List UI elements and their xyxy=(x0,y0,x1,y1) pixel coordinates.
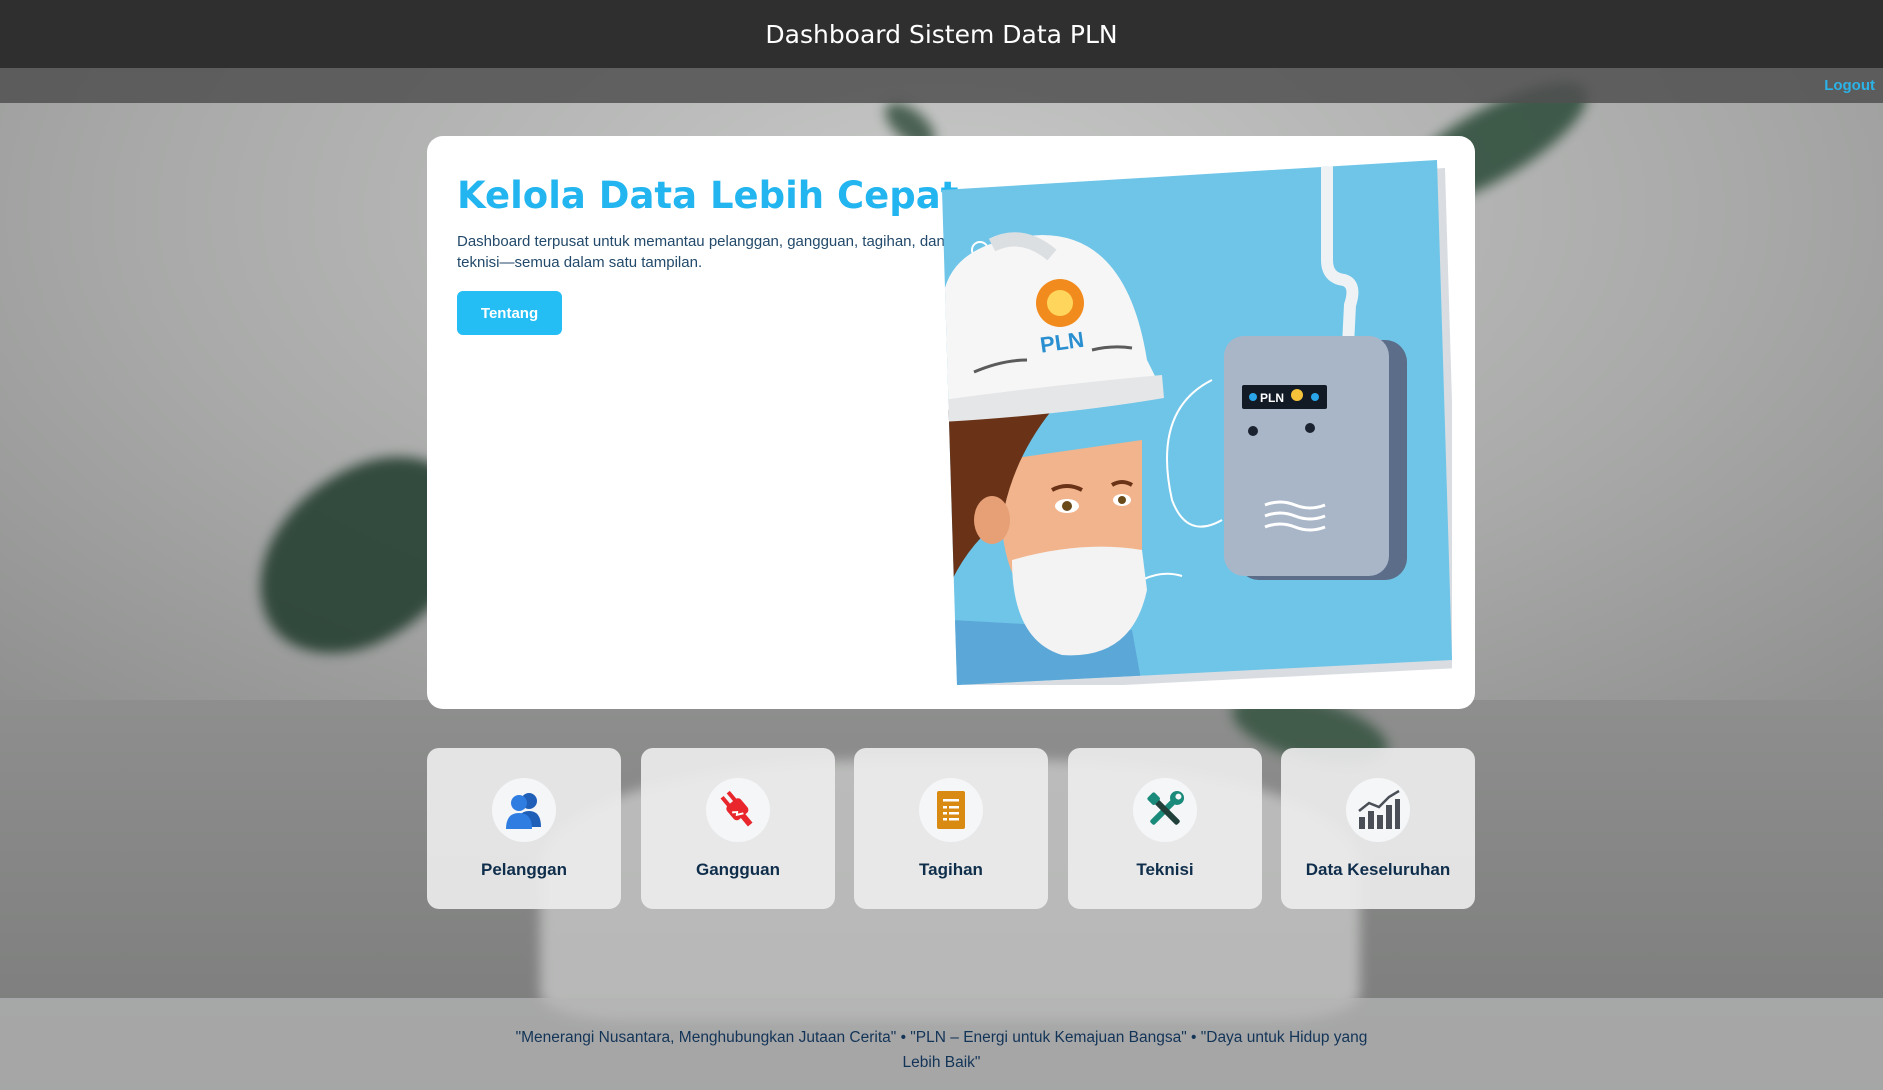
menu-tile-teknisi[interactable]: Teknisi xyxy=(1068,748,1262,909)
sub-navbar: Logout xyxy=(0,68,1883,103)
footer: "Menerangi Nusantara, Menghubungkan Juta… xyxy=(0,998,1883,1090)
technician-illustration: PLN PLN xyxy=(942,160,1452,685)
hero-description: Dashboard terpusat untuk memantau pelang… xyxy=(457,233,945,271)
bar-chart-icon xyxy=(1346,778,1410,842)
menu-tile-tagihan[interactable]: Tagihan xyxy=(854,748,1048,909)
menu-tile-label: Gangguan xyxy=(695,860,781,879)
hero-card: Kelola Data Lebih Cepat Dashboard terpus… xyxy=(427,136,1475,709)
invoice-icon xyxy=(919,778,983,842)
hero-title: Kelola Data Lebih Cepat xyxy=(457,174,959,217)
page-title: Dashboard Sistem Data PLN xyxy=(765,19,1118,49)
tools-icon xyxy=(1133,778,1197,842)
plug-icon xyxy=(706,778,770,842)
users-icon xyxy=(492,778,556,842)
top-header: Dashboard Sistem Data PLN xyxy=(0,0,1883,68)
footer-quotes: "Menerangi Nusantara, Menghubungkan Juta… xyxy=(515,1029,1368,1071)
menu-tile-gangguan[interactable]: Gangguan xyxy=(641,748,835,909)
menu-tile-label: Data Keseluruhan xyxy=(1305,860,1451,879)
logout-link[interactable]: Logout xyxy=(1824,77,1875,94)
menu-tile-label: Teknisi xyxy=(1136,860,1194,879)
menu-tile-data-keseluruhan[interactable]: Data Keseluruhan xyxy=(1281,748,1475,909)
menu-tile-pelanggan[interactable]: Pelanggan xyxy=(427,748,621,909)
device-label: PLN xyxy=(1260,391,1284,405)
menu-tile-label: Tagihan xyxy=(919,860,983,879)
menu-tile-label: Pelanggan xyxy=(481,860,567,879)
about-button[interactable]: Tentang xyxy=(457,291,562,335)
